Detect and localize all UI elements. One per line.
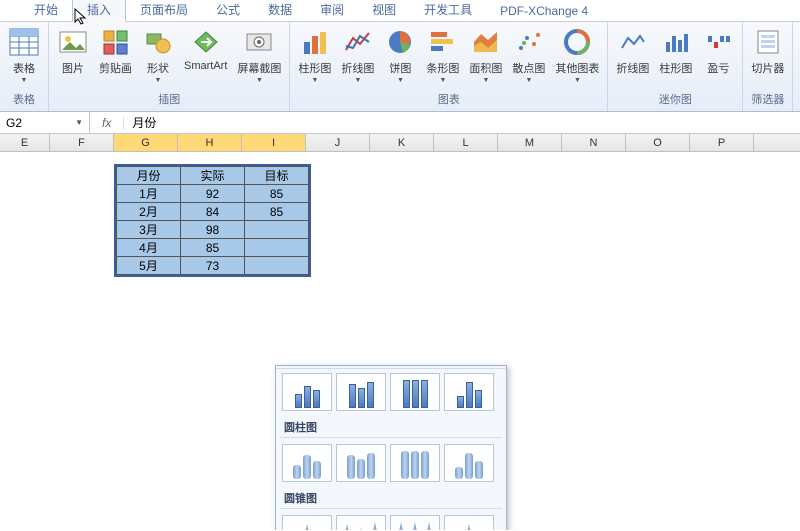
col-header-M[interactable]: M [498,134,562,151]
sparkline-line-icon [617,26,649,58]
area-chart-icon [470,26,502,58]
fx-label[interactable]: fx [90,116,124,130]
chart-thumb-cone-100stacked[interactable] [390,515,440,530]
ribbon-group-links: 超链接 链接 [793,22,800,111]
scatter-chart-icon [513,26,545,58]
pie-chart-icon [384,26,416,58]
column-chart-button[interactable]: 柱形图▼ [294,24,335,86]
picture-button[interactable]: 图片 [53,24,93,78]
ribbon-group-filter: 切片器 筛选器 [743,22,793,111]
table-icon [8,26,40,58]
column-headers: E F G H I J K L M N O P [0,134,800,152]
ribbon: 表格▼ 表格 图片 剪贴画 形状▼ SmartArt [0,22,800,112]
table-row: 1月9285 [117,185,309,203]
ribbon-group-illustrations: 图片 剪贴画 形状▼ SmartArt 屏幕截图▼ 插图 [49,22,290,111]
chart-thumb-3d-stacked[interactable] [336,373,386,411]
tab-insert[interactable]: 插入 [72,0,126,22]
col-header-P[interactable]: P [690,134,754,151]
pie-chart-button[interactable]: 饼图▼ [380,24,420,86]
table-button[interactable]: 表格▼ [4,24,44,86]
scatter-chart-button[interactable]: 散点图▼ [508,24,549,86]
screenshot-button[interactable]: 屏幕截图▼ [233,24,285,86]
ribbon-tabs: 开始 插入 页面布局 公式 数据 审阅 视图 开发工具 PDF-XChange … [0,0,800,22]
chart-thumb-cylinder-100stacked[interactable] [390,444,440,482]
col-header-K[interactable]: K [370,134,434,151]
chart-thumb-cylinder-stacked[interactable] [336,444,386,482]
area-chart-button[interactable]: 面积图▼ [465,24,506,86]
table-row: 2月8485 [117,203,309,221]
table-row: 3月98 [117,221,309,239]
ribbon-group-tables: 表格▼ 表格 [0,22,49,111]
table-label: 表格 [13,60,35,76]
screenshot-icon [243,26,275,58]
col-header-H[interactable]: H [178,134,242,151]
line-chart-icon [342,26,374,58]
col-header-F[interactable]: F [50,134,114,151]
table-row: 月份 实际 目标 [117,167,309,185]
name-box-value: G2 [6,116,22,130]
tab-formulas[interactable]: 公式 [202,0,254,21]
sparkline-column-button[interactable]: 柱形图 [655,24,696,78]
col-header-I[interactable]: I [242,134,306,151]
chart-thumb-cone-clustered[interactable] [282,515,332,530]
table-header-target[interactable]: 目标 [245,167,309,185]
column-chart-icon [299,26,331,58]
formula-input[interactable]: 月份 [124,112,800,133]
col-header-E[interactable]: E [0,134,50,151]
sparkline-line-button[interactable]: 折线图 [612,24,653,78]
chart-thumb-cylinder-3d[interactable] [444,444,494,482]
ribbon-group-charts: 柱形图▼ 折线图▼ 饼图▼ 条形图▼ 面积图▼ 散点图▼ [290,22,608,111]
column-chart-gallery-popup: 圆柱图 圆锥图 棱锥图 [275,365,507,530]
name-box[interactable]: G2 ▼ [0,112,90,133]
chart-thumb-3d-column[interactable] [444,373,494,411]
col-header-G[interactable]: G [114,134,178,151]
popup-section-cone: 圆锥图 [276,486,506,506]
ribbon-group-sparklines: 折线图 柱形图 盈亏 迷你图 [608,22,743,111]
sparkline-column-icon [660,26,692,58]
sparkline-winloss-icon [702,26,734,58]
tab-home[interactable]: 开始 [20,0,72,21]
chart-thumb-3d-100stacked[interactable] [390,373,440,411]
col-header-L[interactable]: L [434,134,498,151]
table-row: 5月73 [117,257,309,275]
picture-icon [57,26,89,58]
selected-data-table[interactable]: 月份 实际 目标 1月9285 2月8485 3月98 4月85 5月73 [114,164,311,277]
line-chart-button[interactable]: 折线图▼ [337,24,378,86]
col-header-N[interactable]: N [562,134,626,151]
smartart-button[interactable]: SmartArt [180,24,231,74]
shapes-button[interactable]: 形状▼ [138,24,178,86]
tab-pagelayout[interactable]: 页面布局 [126,0,202,21]
chart-thumb-cone-3d[interactable] [444,515,494,530]
group-label-tables: 表格 [4,89,44,109]
chart-thumb-3d-clustered[interactable] [282,373,332,411]
spreadsheet-grid[interactable]: E F G H I J K L M N O P 月份 实际 目标 1月9285 … [0,134,800,530]
tab-pdfxchange[interactable]: PDF-XChange 4 [486,1,602,21]
bar-chart-icon [427,26,459,58]
shapes-icon [142,26,174,58]
col-header-J[interactable]: J [306,134,370,151]
name-box-dropdown-icon[interactable]: ▼ [75,118,83,127]
tab-data[interactable]: 数据 [254,0,306,21]
clipart-button[interactable]: 剪贴画 [95,24,136,78]
tab-view[interactable]: 视图 [358,0,410,21]
clipart-icon [100,26,132,58]
smartart-icon [190,26,222,58]
bar-chart-button[interactable]: 条形图▼ [422,24,463,86]
formula-bar: G2 ▼ fx 月份 [0,112,800,134]
tab-review[interactable]: 审阅 [306,0,358,21]
chart-thumb-cylinder-clustered[interactable] [282,444,332,482]
slicer-icon [752,26,784,58]
table-row: 4月85 [117,239,309,257]
other-chart-icon [561,26,593,58]
slicer-button[interactable]: 切片器 [747,24,788,78]
sparkline-winloss-button[interactable]: 盈亏 [698,24,738,78]
other-chart-button[interactable]: 其他图表▼ [551,24,603,86]
col-header-O[interactable]: O [626,134,690,151]
chart-thumb-cone-stacked[interactable] [336,515,386,530]
popup-section-cylinder: 圆柱图 [276,415,506,435]
table-header-actual[interactable]: 实际 [181,167,245,185]
tab-developer[interactable]: 开发工具 [410,0,486,21]
table-header-month[interactable]: 月份 [117,167,181,185]
